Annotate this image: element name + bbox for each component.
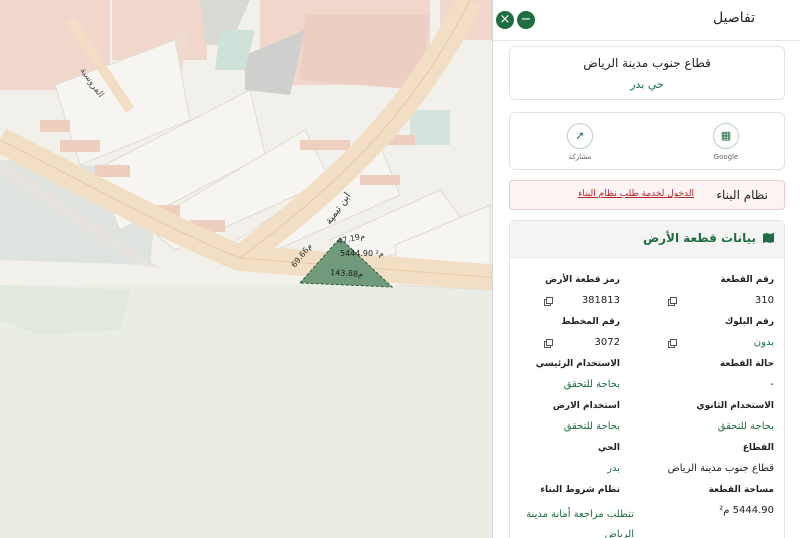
parcel-status-value: - <box>770 379 774 390</box>
district-value: بدر <box>607 463 620 474</box>
copy-icon[interactable] <box>668 339 677 348</box>
building-system-link[interactable]: الدخول لخدمة طلب نظام البناء <box>578 189 694 199</box>
panel-title: تفاصيل <box>713 10 755 26</box>
plan-no-value: 3072 <box>594 337 620 348</box>
field-label: استخدام الارض <box>552 401 620 411</box>
block-no-value: بدون <box>753 337 774 348</box>
land-data-card: بيانات قطعة الأرض رقم القطعة رمز قطعة ال… <box>509 220 785 538</box>
field-label: رقم المخطط <box>561 317 620 327</box>
copy-icon[interactable] <box>544 339 553 348</box>
dimension-label: 143.88م <box>330 268 363 279</box>
field-label: حالة القطعة <box>719 359 774 369</box>
google-label: Google <box>713 153 739 161</box>
copy-icon[interactable] <box>668 297 677 306</box>
field-label: نظام شروط البناء <box>540 485 620 495</box>
field-label: رقم القطعة <box>720 275 774 285</box>
location-title: قطاع جنوب مدينة الرياض <box>583 56 711 70</box>
field-label: الاستخدام الرئيسي <box>535 359 620 369</box>
field-label: الحي <box>597 443 620 453</box>
field-label: الاستخدام الثانوي <box>696 401 774 411</box>
share-label: مشاركة <box>568 153 592 161</box>
land-data-title: بيانات قطعة الأرض <box>642 231 756 245</box>
google-button[interactable]: ▦ Google <box>696 123 756 161</box>
field-label: رمز قطعة الأرض <box>545 275 620 285</box>
close-button[interactable]: × <box>496 11 514 29</box>
share-icon: ➚ <box>567 123 593 149</box>
land-use-value: بحاجة للتحقق <box>563 421 620 432</box>
main-use-value: بحاجة للتحقق <box>563 379 620 390</box>
share-button[interactable]: ➚ مشاركة <box>550 123 610 161</box>
land-code-value: 381813 <box>581 295 620 306</box>
details-panel: تفاصيل − × قطاع جنوب مدينة الرياض حي بدر… <box>492 0 800 538</box>
building-system-bar: نظام البناء الدخول لخدمة طلب نظام البناء <box>509 180 785 210</box>
parcel-no-value: 310 <box>754 295 774 306</box>
sector-value: قطاع جنوب مدينة الرياض <box>667 463 774 474</box>
minimize-button[interactable]: − <box>517 11 535 29</box>
location-district: حي بدر <box>630 78 664 91</box>
actions-card: ▦ Google ➚ مشاركة <box>509 112 785 170</box>
location-card: قطاع جنوب مدينة الرياض حي بدر <box>509 46 785 100</box>
secondary-use-value: بحاجة للتحقق <box>717 421 774 432</box>
field-label: رقم البلوك <box>725 317 774 327</box>
map-icon: ▦ <box>713 123 739 149</box>
building-system-label: نظام البناء <box>716 188 768 202</box>
field-label: القطاع <box>742 443 774 453</box>
panel-header: تفاصيل − × <box>493 0 800 41</box>
copy-icon[interactable] <box>544 297 553 306</box>
land-data-header: بيانات قطعة الأرض <box>510 221 784 258</box>
area-value: 5444.90 م² <box>719 505 774 516</box>
map-icon <box>763 233 774 243</box>
field-label: مساحة القطعة <box>708 485 774 495</box>
building-conditions-value: تتطلب مراجعة أمانة مدينة الرياض <box>526 509 634 538</box>
parcel-area-label: 5444.90 م² <box>340 249 384 258</box>
